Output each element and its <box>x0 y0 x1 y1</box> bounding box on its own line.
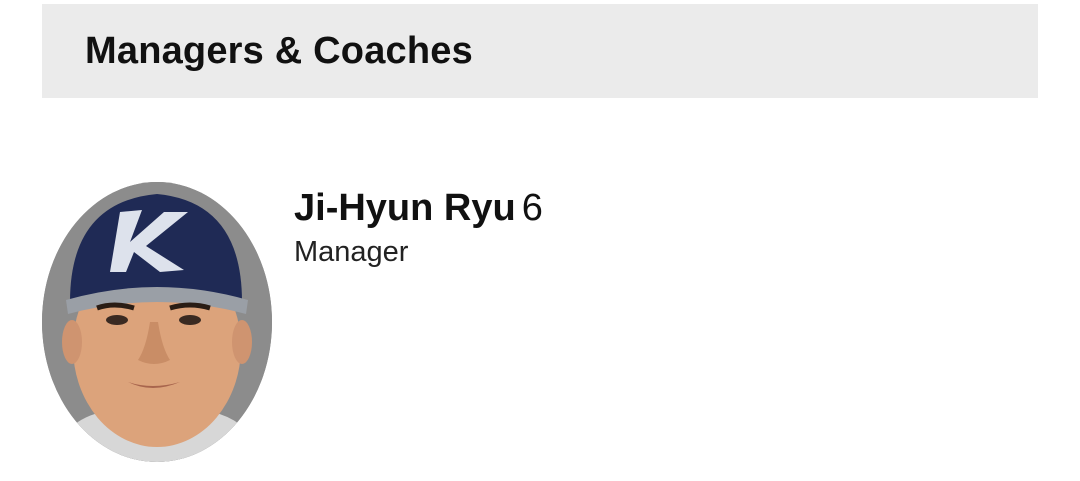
player-headshot-icon <box>42 182 272 462</box>
staff-role: Manager <box>294 236 409 268</box>
staff-card[interactable]: Ji-Hyun Ryu 6 Manager <box>42 182 742 462</box>
staff-info: Ji-Hyun Ryu 6 Manager <box>294 186 543 272</box>
avatar[interactable] <box>42 182 272 462</box>
name-line: Ji-Hyun Ryu 6 <box>294 186 543 230</box>
section-title: Managers & Coaches <box>85 29 473 72</box>
section-header: Managers & Coaches <box>42 4 1038 98</box>
staff-name[interactable]: Ji-Hyun Ryu <box>294 187 516 229</box>
jersey-number: 6 <box>521 187 543 229</box>
